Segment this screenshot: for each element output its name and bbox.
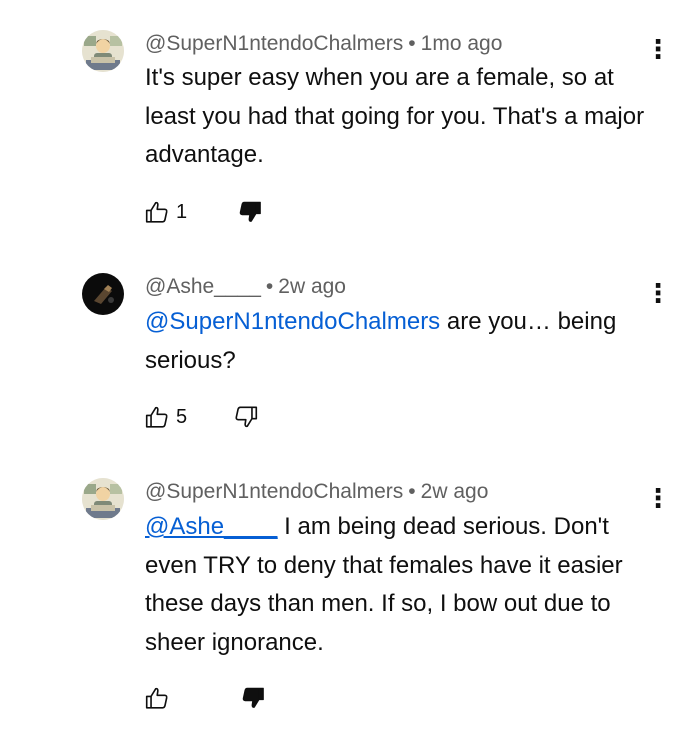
- avatar[interactable]: [82, 30, 124, 72]
- thumb-up-outline-icon: [145, 201, 168, 223]
- dislike-button[interactable]: [233, 404, 259, 430]
- comment-text: It's super easy when you are a female, s…: [145, 59, 665, 175]
- author-name[interactable]: @SuperN1ntendoChalmers: [145, 32, 403, 55]
- comment-header: @Ashe____ • 2w ago: [145, 273, 346, 301]
- comment-thread: @SuperN1ntendoChalmers • 1mo ago ⋮ It's su…: [0, 0, 700, 740]
- timestamp[interactable]: 2w ago: [278, 275, 346, 298]
- mention-link[interactable]: @SuperN1ntendoChalmers: [145, 308, 440, 335]
- like-button[interactable]: 1: [144, 199, 187, 225]
- avatar[interactable]: [82, 478, 124, 520]
- comment-text: @SuperN1ntendoChalmers are you… being se…: [145, 303, 665, 380]
- thumb-up-outline-icon: [145, 406, 168, 428]
- thumb-down-icon: [239, 201, 261, 222]
- dislike-button[interactable]: [237, 199, 263, 225]
- separator: •: [408, 480, 416, 503]
- cartoon-avatar-icon: [82, 30, 124, 72]
- comment-text: @Ashe____ I am being dead serious. Don't…: [145, 508, 665, 662]
- avatar[interactable]: [82, 273, 124, 315]
- timestamp[interactable]: 1mo ago: [421, 32, 503, 55]
- cartoon-avatar-icon: [82, 478, 124, 520]
- dislike-button[interactable]: [240, 685, 266, 711]
- like-count: 1: [176, 200, 188, 223]
- separator: •: [265, 275, 274, 298]
- comment-2: @Ashe____ • 2w ago ⋮ @SuperN1ntendoChalmer…: [0, 273, 700, 438]
- comment-body: It's super easy when you are a female, s…: [145, 64, 645, 168]
- comment-1: @SuperN1ntendoChalmers • 1mo ago ⋮ It's su…: [0, 30, 700, 235]
- timestamp[interactable]: 2w ago: [421, 480, 489, 503]
- like-count: 5: [176, 405, 188, 428]
- author-name[interactable]: @SuperN1ntendoChalmers: [145, 480, 403, 503]
- separator: •: [408, 32, 416, 55]
- like-button[interactable]: 5: [144, 404, 187, 430]
- comment-header: @SuperN1ntendoChalmers • 1mo ago: [145, 30, 502, 58]
- mention-link[interactable]: @Ashe____: [145, 513, 277, 540]
- comment-actions: 5: [144, 400, 259, 434]
- thumb-down-icon: [242, 687, 264, 708]
- comment-3: @SuperN1ntendoChalmers • 2w ago ⋮ @Ashe___…: [0, 478, 700, 718]
- comment-actions: [144, 681, 266, 715]
- like-button[interactable]: [144, 685, 176, 711]
- thumb-down-outline-icon: [235, 406, 258, 428]
- comment-header: @SuperN1ntendoChalmers • 2w ago: [145, 478, 488, 506]
- dark-avatar-icon: [82, 273, 124, 315]
- author-name[interactable]: @Ashe____: [145, 275, 261, 298]
- thumb-up-outline-icon: [145, 687, 168, 709]
- comment-actions: 1: [144, 195, 263, 229]
